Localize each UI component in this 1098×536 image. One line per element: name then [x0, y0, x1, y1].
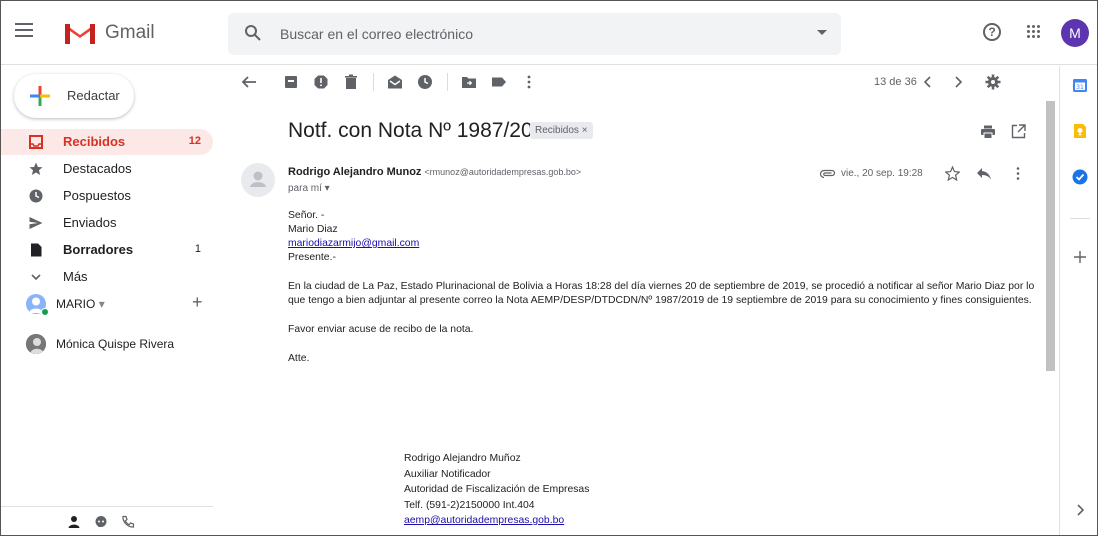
- svg-text:31: 31: [1076, 84, 1084, 91]
- signature-organization: Autoridad de Fiscalización de Empresas: [404, 484, 590, 495]
- inbox-label-chip[interactable]: Recibidos ×: [530, 122, 593, 139]
- contact-name: Mónica Quispe Rivera: [56, 337, 175, 351]
- recipient-name: Mario Diaz: [288, 224, 338, 235]
- email-body: Señor. - Mario Diaz mariodiazarmijo@gmai…: [288, 209, 1048, 366]
- more-options-icon[interactable]: [521, 74, 537, 90]
- star-outline-icon[interactable]: [945, 166, 960, 181]
- archive-icon[interactable]: [283, 74, 299, 90]
- add-contact-icon[interactable]: +: [192, 292, 203, 313]
- online-status-dot: [41, 308, 49, 316]
- sidebar-item-sent[interactable]: Enviados: [1, 210, 213, 236]
- pagination-count: 13 de 36: [874, 76, 917, 88]
- toolbar-divider: [447, 73, 448, 91]
- contact-photo: [26, 334, 46, 354]
- settings-gear-icon[interactable]: [985, 74, 1001, 90]
- search-options-icon[interactable]: [817, 30, 827, 35]
- phone-icon[interactable]: [121, 515, 135, 529]
- reply-icon[interactable]: [976, 167, 992, 180]
- message-toolbar: 13 de 36: [229, 67, 1044, 97]
- calendar-icon[interactable]: 31: [1072, 77, 1088, 93]
- sidebar-item-label: Borradores: [63, 242, 134, 257]
- sender-avatar[interactable]: [241, 163, 275, 197]
- sidebar-item-label: Más: [63, 269, 88, 284]
- message-more-icon[interactable]: [1013, 166, 1023, 181]
- hangouts-user[interactable]: MARIO ▾ +: [26, 292, 216, 316]
- signature-name: Rodrigo Alejandro Muñoz: [404, 453, 521, 464]
- sender-name: Rodrigo Alejandro Munoz: [288, 166, 422, 178]
- gmail-logo-icon[interactable]: [63, 20, 97, 46]
- compose-button[interactable]: Redactar: [14, 74, 134, 118]
- body-paragraph: En la ciudad de La Paz, Estado Plurinaci…: [288, 281, 1035, 306]
- keep-icon[interactable]: [1072, 123, 1088, 139]
- main-menu-icon[interactable]: [15, 23, 33, 37]
- sidebar-item-snoozed[interactable]: Pospuestos: [1, 183, 213, 209]
- inbox-icon: [29, 135, 43, 149]
- signature-email-link[interactable]: aemp@autoridadempresas.gob.bo: [404, 515, 564, 526]
- signature-role: Auxiliar Notificador: [404, 468, 491, 480]
- report-spam-icon[interactable]: [313, 74, 329, 90]
- sender[interactable]: Rodrigo Alejandro Munoz <rmunoz@autoridad…: [288, 166, 581, 178]
- account-avatar[interactable]: M: [1061, 19, 1089, 47]
- tasks-icon[interactable]: [1072, 169, 1088, 185]
- email-signature: Rodrigo Alejandro Muñoz Auxiliar Notific…: [404, 451, 589, 529]
- recipient-email-link[interactable]: mariodiazarmijo@gmail.com: [288, 238, 419, 249]
- sidebar-item-starred[interactable]: Destacados: [1, 156, 213, 182]
- search-box[interactable]: Buscar en el correo electrónico: [228, 13, 841, 55]
- hangouts-footer: [1, 506, 213, 535]
- move-to-folder-icon[interactable]: [461, 74, 477, 90]
- sidebar-item-drafts[interactable]: Borradores 1: [1, 237, 213, 263]
- side-panel-divider: [1070, 218, 1090, 219]
- star-icon: [29, 162, 43, 175]
- toolbar-divider: [373, 73, 374, 91]
- unread-count: 12: [188, 135, 201, 147]
- person-icon[interactable]: [67, 515, 81, 529]
- mark-unread-icon[interactable]: [387, 74, 403, 90]
- open-new-window-icon[interactable]: [1011, 124, 1026, 139]
- sidebar-item-label: Destacados: [63, 161, 132, 176]
- chat-bubble-icon[interactable]: [94, 515, 108, 529]
- apps-grid-icon[interactable]: [1027, 25, 1041, 39]
- message-scrollbar[interactable]: [1046, 101, 1055, 371]
- email-subject: Notf. con Nota Nº 1987/2019: [288, 119, 557, 142]
- attachment-icon: [819, 169, 836, 179]
- recipient-details[interactable]: para mí ▾: [288, 183, 330, 194]
- sidebar-item-label: Pospuestos: [63, 188, 131, 203]
- chevron-down-icon: [31, 274, 41, 281]
- sidebar-item-label: Enviados: [63, 215, 117, 230]
- print-icon[interactable]: [980, 125, 996, 139]
- search-icon[interactable]: [244, 24, 262, 42]
- greeting-line: Señor. -: [288, 210, 325, 221]
- sidebar-item-more[interactable]: Más: [1, 264, 213, 290]
- chevron-left-icon[interactable]: [920, 74, 936, 90]
- send-icon: [29, 217, 43, 229]
- expand-panel-chevron-icon[interactable]: [1072, 502, 1088, 518]
- add-addon-icon[interactable]: [1072, 249, 1088, 265]
- gmail-window: Gmail Buscar en el correo electrónico ? …: [0, 0, 1098, 536]
- compose-plus-icon: [30, 86, 50, 106]
- body-paragraph: Favor enviar acuse de recibo de la nota.: [288, 324, 474, 335]
- top-bar: Gmail Buscar en el correo electrónico ? …: [1, 1, 1097, 65]
- draft-file-icon: [31, 243, 42, 257]
- sign-off: Atte.: [288, 353, 310, 364]
- delete-icon[interactable]: [343, 74, 359, 90]
- hangouts-user-name: MARIO ▾: [56, 297, 105, 311]
- side-panel: 31: [1059, 66, 1097, 535]
- chevron-right-icon[interactable]: [950, 74, 966, 90]
- draft-count: 1: [194, 243, 201, 255]
- greeting-closing: Presente.-: [288, 252, 336, 263]
- sidebar-item-inbox[interactable]: Recibidos 12: [1, 129, 213, 155]
- label-tag-icon[interactable]: [491, 74, 507, 90]
- email-date: vie., 20 sep. 19:28: [841, 168, 923, 179]
- sender-email: <rmunoz@autoridadempresas.gob.bo>: [424, 167, 582, 177]
- compose-label: Redactar: [67, 88, 120, 103]
- search-input[interactable]: Buscar en el correo electrónico: [280, 26, 473, 42]
- brand-name: Gmail: [105, 22, 155, 43]
- snooze-clock-icon[interactable]: [417, 74, 433, 90]
- help-icon[interactable]: ?: [983, 23, 1001, 41]
- signature-phone: Telf. (591-2)2150000 Int.404: [404, 499, 535, 511]
- sidebar-item-label: Recibidos: [63, 134, 126, 149]
- back-arrow-icon[interactable]: [241, 74, 257, 90]
- clock-icon: [29, 189, 43, 203]
- hangouts-contact[interactable]: Mónica Quispe Rivera: [26, 334, 216, 356]
